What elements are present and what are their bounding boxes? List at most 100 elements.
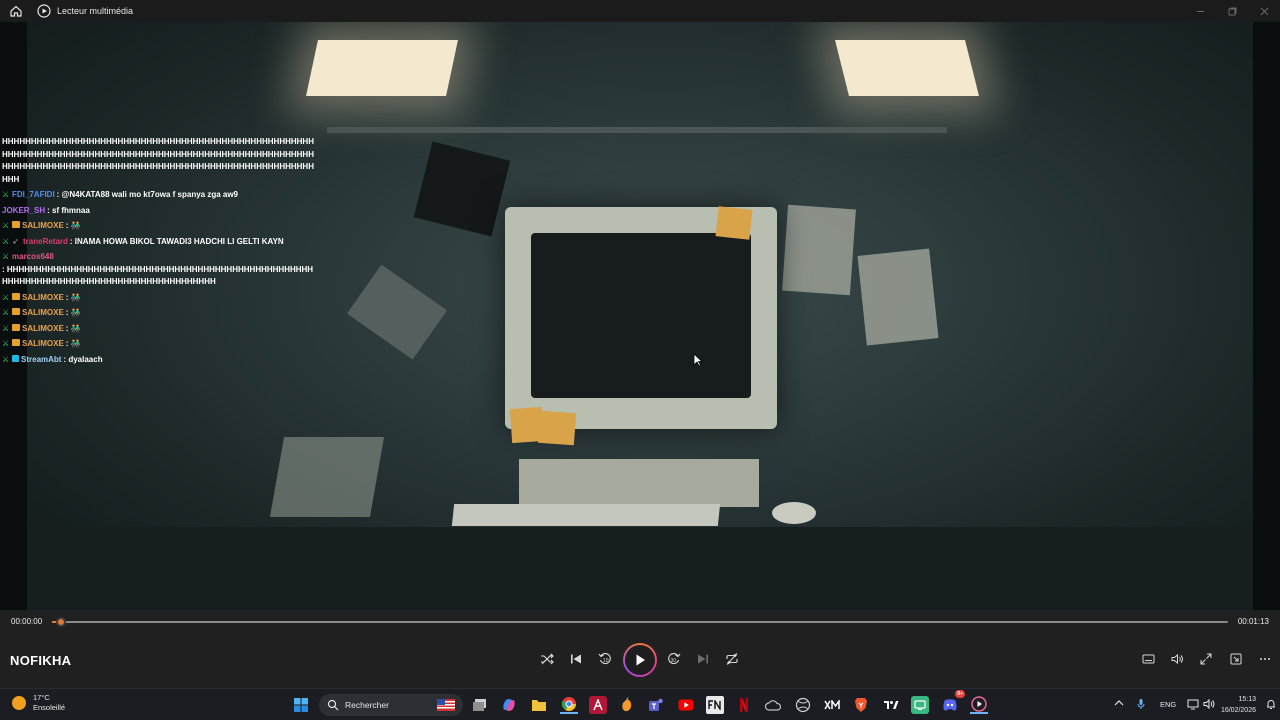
fullscreen-button[interactable] [1198,651,1214,667]
chat-username[interactable]: FDI_7AFIDI [12,189,55,202]
window-title: Lecteur multimédia [57,6,134,16]
chat-username[interactable]: SALIMOXE [22,220,64,233]
sun-icon [12,696,26,710]
taskbar-app-copilot[interactable] [500,696,518,714]
taskbar-app-weather-tool[interactable] [764,696,782,714]
seek-bar-thumb[interactable] [56,617,67,627]
chat-text: : 👬 [65,323,81,333]
task-view-button[interactable] [471,696,489,714]
rewind-10-button[interactable]: 10 [597,651,613,667]
taskbar-app-media-player[interactable] [970,696,988,714]
taskbar-app-brave[interactable] [852,696,870,714]
miniplayer-button[interactable] [1228,651,1244,667]
netflix-icon [740,698,748,712]
minimize-button[interactable] [1184,0,1216,22]
discord-icon [943,699,957,711]
shuffle-button[interactable] [539,651,555,667]
seek-bar[interactable] [52,617,1228,627]
monitor-screen [531,233,751,398]
teams-icon [649,698,663,711]
wall-poster [782,204,856,296]
chat-message: ⚔ StreamAbt: dyalaach [2,354,314,367]
taskbar-search[interactable]: Rechercher [319,694,463,716]
more-options-button[interactable] [1257,651,1273,667]
taskbar-app-youtube[interactable] [677,696,695,714]
volume-button[interactable] [1169,651,1185,667]
repeat-off-icon [726,653,738,665]
current-time: 00:00:00 [11,617,43,626]
taskbar-app-chrome[interactable] [560,696,578,714]
us-flag-icon [437,699,455,711]
taskbar-app-fl-studio[interactable] [618,696,636,714]
chat-text: HHHHHHHHHHHHHHHHHHHHHHHHHHHHHHHHHHHHHHHH… [2,137,314,184]
taskbar-app-sports[interactable] [794,696,812,714]
video-area[interactable]: HHHHHHHHHHHHHHHHHHHHHHHHHHHHHHHHHHHHHHHH… [0,22,1280,610]
minimize-icon [1196,10,1204,12]
clock-time: 15:13 [1238,696,1256,703]
task-view-icon [473,699,486,711]
total-time: 00:01:13 [1237,617,1269,626]
previous-button[interactable] [568,651,584,667]
taskbar-app-fn[interactable] [706,696,724,714]
speaker-icon [1203,698,1215,710]
media-player-logo-icon [37,4,51,18]
start-button[interactable] [292,696,310,714]
crt-monitor [505,207,777,429]
chat-message: ⚔ ➶ traneRetard: INAMA HOWA BIKOL TAWADI3 … [2,236,314,249]
chrome-icon [561,697,576,711]
fruit-icon [622,697,632,712]
chat-username[interactable]: SALIMOXE [22,292,64,305]
tray-overflow-button[interactable] [1114,699,1124,709]
sword-badge-icon: ⚔ [2,190,10,199]
chat-username[interactable]: marcos648 [12,251,54,264]
chat-username[interactable]: SALIMOXE [22,323,64,336]
taskbar-app-kick[interactable] [911,696,929,714]
taskbar-app-discord[interactable]: 9+ [941,690,965,714]
keyboard [451,504,721,526]
chat-message: HHHHHHHHHHHHHHHHHHHHHHHHHHHHHHHHHHHHHHHH… [2,136,314,186]
taskbar-app-teams[interactable] [647,696,665,714]
chat-username[interactable]: JOKER_SH [2,205,45,218]
chat-username[interactable]: StreamAbt [21,354,61,367]
bell-icon [1267,700,1275,709]
computer-case [519,459,759,507]
miniplayer-icon [1230,653,1242,665]
chat-text: : 👬 [65,292,81,302]
home-icon[interactable] [9,4,23,18]
taskbar-app-tradingview[interactable] [882,696,900,714]
subtitles-button[interactable] [1140,651,1156,667]
computer-mouse [772,502,816,524]
restore-icon [1228,7,1236,15]
play-button[interactable] [623,643,657,677]
chat-text: : dyalaach [63,354,103,364]
play-icon [636,654,645,666]
chat-text: : sf fhmnaa [47,205,90,215]
forward-30-button[interactable]: 30 [666,651,682,667]
chat-text: : @N4KATA88 wali mo kt7owa f spanya zga … [56,190,239,199]
taskbar-app-access[interactable] [589,696,607,714]
player-controls: 00:00:00 00:01:13 NOFIKHA 10 30 [0,610,1280,688]
repeat-button[interactable] [724,651,740,667]
maximize-button[interactable] [1216,0,1248,22]
network-button[interactable] [1187,698,1199,712]
sword-badge-icon: ⚔ [2,323,10,333]
system-clock[interactable]: 15:13 16/02/2026 [1221,694,1256,716]
microphone-button[interactable] [1136,698,1146,712]
input-language[interactable]: ENG [1160,700,1176,709]
taskbar-app-xm[interactable] [823,696,841,714]
forward-30-icon: 30 [668,653,681,665]
tray-volume-button[interactable] [1203,698,1215,712]
microphone-icon [1137,699,1145,709]
ceiling-light [835,40,979,96]
weather-widget[interactable]: 17°C Ensoleillé [12,693,65,713]
close-button[interactable] [1248,0,1280,22]
taskbar-app-file-explorer[interactable] [530,696,548,714]
chat-username[interactable]: traneRetard [23,236,68,249]
desk-lamp [347,264,447,360]
chat-username[interactable]: SALIMOXE [22,338,64,351]
taskbar-app-netflix[interactable] [735,696,753,714]
chat-username[interactable]: SALIMOXE [22,307,64,320]
next-button[interactable] [695,651,711,667]
notifications-button[interactable] [1266,698,1276,712]
chevron-up-icon [1114,700,1124,706]
